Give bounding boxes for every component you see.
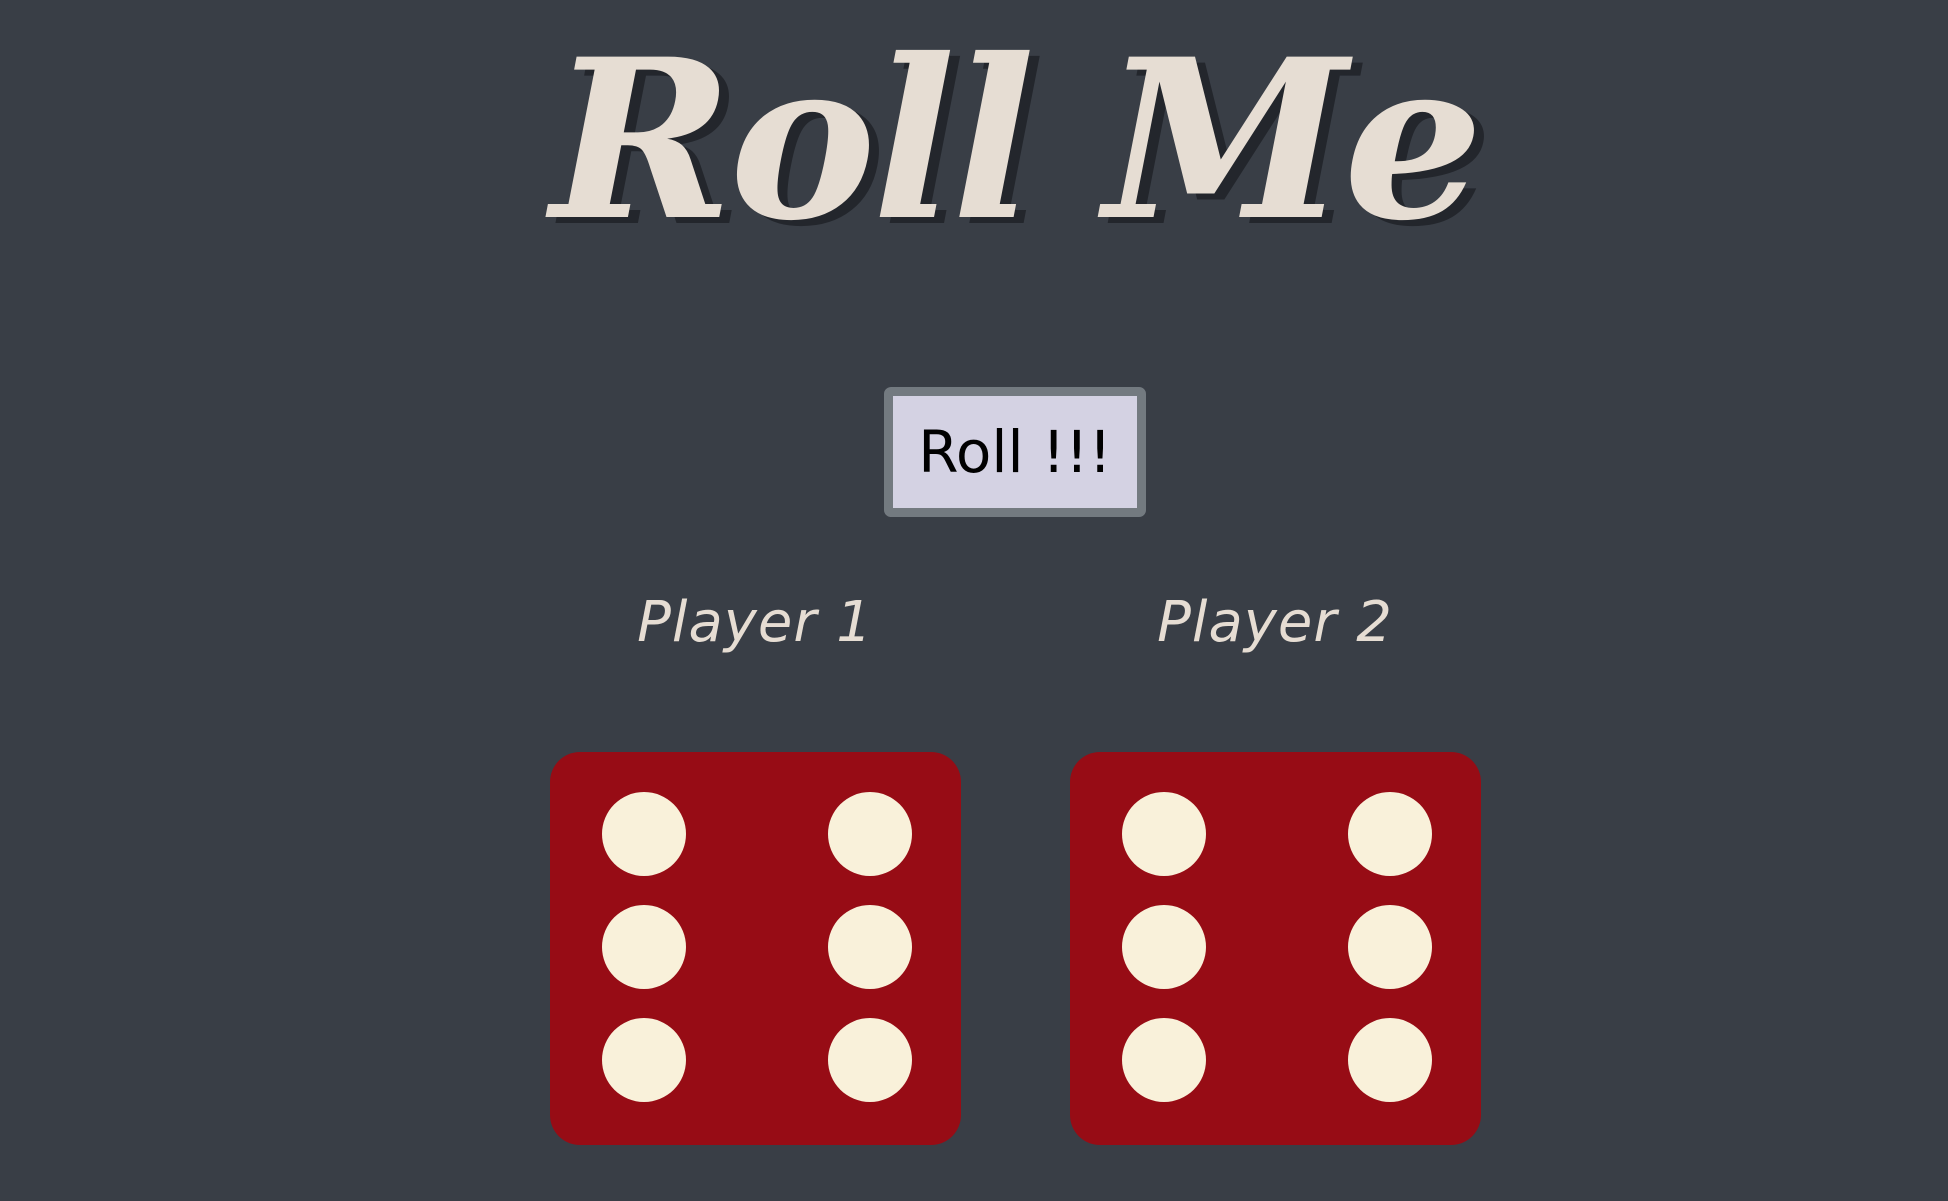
die-pip bbox=[828, 905, 912, 989]
page-title: Roll Me bbox=[550, 10, 1484, 269]
die-pip bbox=[602, 1018, 686, 1102]
player-2-label: Player 2 bbox=[1157, 590, 1393, 655]
die-pip bbox=[602, 905, 686, 989]
player-2-die bbox=[1070, 752, 1481, 1145]
player-1-die bbox=[550, 752, 961, 1145]
die-pip bbox=[1122, 792, 1206, 876]
die-pip bbox=[828, 1018, 912, 1102]
die-pip bbox=[828, 792, 912, 876]
die-pip bbox=[1122, 905, 1206, 989]
die-pip bbox=[1348, 792, 1432, 876]
die-pip bbox=[1122, 1018, 1206, 1102]
player-1-label: Player 1 bbox=[637, 590, 873, 655]
roll-button[interactable]: Roll !!! bbox=[884, 387, 1146, 517]
die-pip bbox=[1348, 905, 1432, 989]
die-pip bbox=[602, 792, 686, 876]
die-pip bbox=[1348, 1018, 1432, 1102]
